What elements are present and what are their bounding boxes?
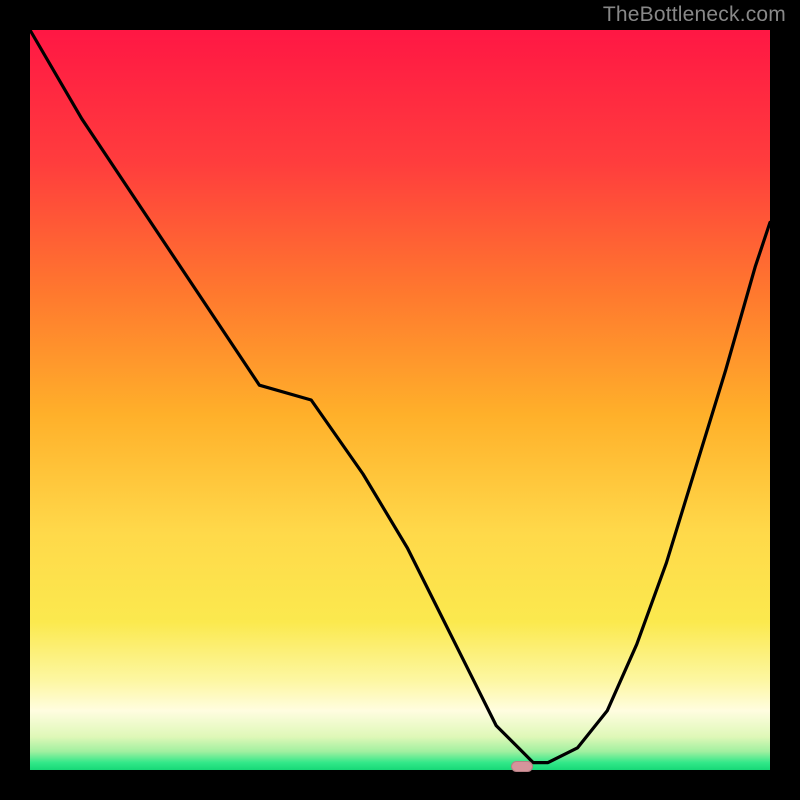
chart-container: TheBottleneck.com — [0, 0, 800, 800]
plot-area — [30, 30, 770, 770]
bottleneck-curve — [30, 30, 770, 770]
watermark-text: TheBottleneck.com — [603, 3, 786, 27]
optimal-marker — [511, 761, 533, 772]
